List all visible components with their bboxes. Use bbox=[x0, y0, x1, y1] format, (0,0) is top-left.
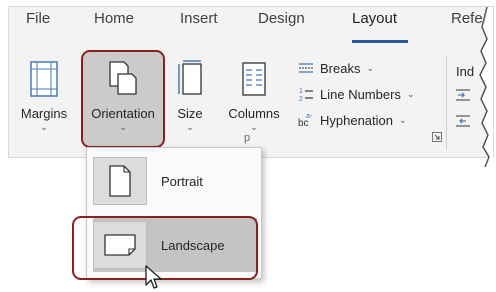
portrait-page-icon bbox=[93, 157, 147, 205]
line-numbers-icon: 1 2 bbox=[299, 88, 313, 102]
breaks-icon bbox=[299, 63, 313, 73]
margins-button[interactable]: Margins ⌄ bbox=[14, 56, 74, 136]
ribbon-tab-bar: File Home Insert Design Layout Refe bbox=[0, 10, 496, 38]
size-icon bbox=[175, 60, 205, 101]
svg-text:a-: a- bbox=[306, 113, 313, 120]
columns-icon bbox=[239, 60, 269, 101]
chevron-down-icon: ⌄ bbox=[119, 122, 127, 132]
svg-text:2: 2 bbox=[299, 96, 303, 102]
line-numbers-button[interactable]: 1 2 Line Numbers ⌄ bbox=[298, 86, 415, 103]
tab-layout[interactable]: Layout bbox=[352, 10, 397, 27]
chevron-down-icon: ⌄ bbox=[186, 122, 194, 132]
line-numbers-label: Line Numbers bbox=[320, 86, 401, 102]
chevron-down-icon: ⌄ bbox=[40, 122, 48, 132]
group-separator bbox=[446, 56, 447, 150]
margins-label: Margins bbox=[20, 106, 68, 121]
landscape-highlight bbox=[72, 216, 258, 280]
menu-item-portrait[interactable]: Portrait bbox=[93, 154, 257, 208]
hyphenation-button[interactable]: bc a- Hyphenation ⌄ bbox=[298, 112, 407, 129]
active-tab-indicator bbox=[352, 40, 408, 43]
indent-label: Ind bbox=[456, 64, 475, 79]
indent-left-icon[interactable] bbox=[456, 88, 472, 102]
chevron-down-icon: ⌄ bbox=[406, 88, 415, 99]
hyphenation-label: Hyphenation bbox=[320, 112, 393, 128]
tab-file[interactable]: File bbox=[26, 10, 50, 27]
breaks-button[interactable]: Breaks ⌄ bbox=[298, 60, 374, 76]
columns-label: Columns bbox=[228, 106, 280, 121]
portrait-label: Portrait bbox=[161, 173, 203, 189]
tab-references[interactable]: Refe bbox=[451, 10, 483, 27]
page-setup-group-label: p bbox=[244, 132, 251, 144]
chevron-down-icon: ⌄ bbox=[399, 114, 407, 125]
size-button[interactable]: Size ⌄ bbox=[170, 56, 210, 136]
svg-text:1: 1 bbox=[299, 88, 303, 95]
columns-button[interactable]: Columns ⌄ bbox=[222, 56, 286, 136]
margins-icon bbox=[28, 60, 60, 101]
breaks-label: Breaks bbox=[320, 60, 361, 76]
tab-insert[interactable]: Insert bbox=[180, 10, 218, 27]
mouse-cursor-icon bbox=[145, 265, 162, 289]
chevron-down-icon: ⌄ bbox=[366, 62, 375, 73]
hyphenation-icon: bc a- bbox=[298, 113, 313, 128]
size-label: Size bbox=[177, 106, 203, 121]
orientation-button[interactable]: Orientation ⌄ bbox=[82, 56, 164, 136]
dialog-launcher-icon[interactable] bbox=[432, 132, 442, 142]
tab-home[interactable]: Home bbox=[94, 10, 134, 27]
indent-right-icon[interactable] bbox=[456, 114, 472, 128]
tab-design[interactable]: Design bbox=[258, 10, 305, 27]
orientation-icon bbox=[106, 60, 140, 101]
orientation-label: Orientation bbox=[91, 106, 155, 121]
chevron-down-icon: ⌄ bbox=[250, 122, 258, 132]
